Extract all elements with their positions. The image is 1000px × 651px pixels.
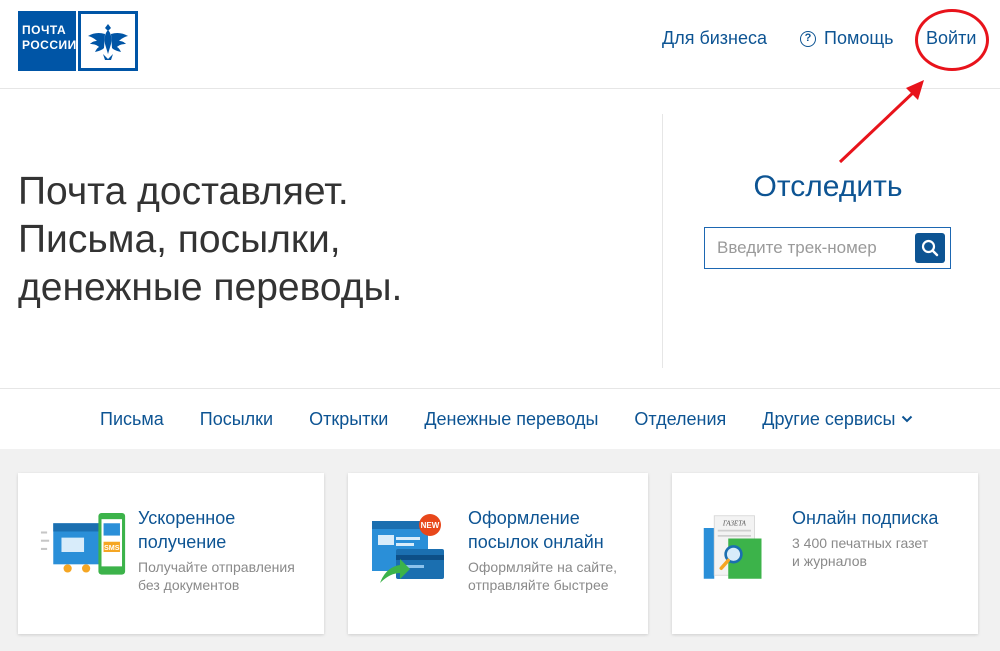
card-subtitle-line-2: без документов	[138, 577, 240, 593]
svg-text:SMS: SMS	[104, 544, 120, 552]
nav-item-money-transfers[interactable]: Денежные переводы	[424, 409, 598, 430]
card-title: Онлайн подписка	[792, 506, 938, 530]
annotation-highlight-circle	[915, 9, 989, 71]
svg-text:ГАЗЕТА: ГАЗЕТА	[722, 519, 747, 527]
logo-line-1: ПОЧТА	[22, 23, 67, 37]
newspaper-subscription-icon: ГАЗЕТА	[703, 515, 762, 579]
tracking-title: Отследить	[753, 170, 903, 203]
tracking-search-button[interactable]	[915, 233, 945, 263]
card-fast-delivery[interactable]: SMS Ускоренное получение Получайте отпра…	[18, 473, 324, 634]
parcel-online-icon: NEW	[372, 514, 444, 583]
hero-line-1: Почта доставляет.	[18, 170, 349, 213]
nav-business-link[interactable]: Для бизнеса	[662, 28, 767, 49]
card-online-subscription[interactable]: ГАЗЕТА Онлайн подписка 3 400 печатных га…	[672, 473, 978, 634]
card-subtitle-line-2: отправляйте быстрее	[468, 577, 609, 593]
card-subtitle: 3 400 печатных газет и журналов	[792, 534, 928, 570]
card-parcels-online[interactable]: NEW Оформление посылок онлайн Оформляйте…	[348, 473, 648, 634]
search-icon	[921, 239, 939, 257]
card-title: Ускоренное получение	[138, 506, 235, 554]
nav-item-other-services-label: Другие сервисы	[762, 408, 896, 429]
card-title-line-2: получение	[138, 532, 227, 552]
annotation-arrow-icon	[838, 80, 924, 164]
logo-line-2: РОССИИ	[22, 38, 77, 52]
card-subtitle-line-1: Получайте отправления	[138, 559, 295, 575]
logo[interactable]: ПОЧТА РОССИИ	[18, 11, 138, 71]
main-navbar: Письма Посылки Открытки Денежные перевод…	[0, 388, 1000, 450]
hero-line-2: Письма, посылки,	[18, 218, 341, 261]
chevron-down-icon	[902, 415, 913, 423]
card-title-line-1: Ускоренное	[138, 508, 236, 528]
emblem-eagle-icon	[78, 11, 138, 71]
hero-headline: Почта доставляет. Письма, посылки, денеж…	[18, 168, 638, 312]
nav-item-offices[interactable]: Отделения	[634, 409, 726, 430]
nav-item-other-services[interactable]: Другие сервисы	[762, 409, 913, 430]
nav-help-link[interactable]: ? Помощь	[800, 28, 894, 49]
nav-help-label: Помощь	[824, 28, 894, 48]
tracking-search-box	[704, 227, 951, 269]
card-subtitle-line-1: Оформляйте на сайте,	[468, 559, 618, 575]
nav-item-parcels[interactable]: Посылки	[200, 409, 273, 430]
nav-item-postcards[interactable]: Открытки	[309, 409, 388, 430]
nav-item-letters[interactable]: Письма	[100, 409, 164, 430]
card-title-line-1: Онлайн подписка	[792, 508, 939, 528]
svg-text:NEW: NEW	[421, 521, 440, 530]
card-title: Оформление посылок онлайн	[468, 506, 604, 554]
tracking-number-input[interactable]	[705, 228, 913, 268]
card-subtitle: Оформляйте на сайте, отправляйте быстрее	[468, 558, 617, 594]
delivery-phone-icon: SMS	[40, 513, 126, 575]
card-title-line-2: посылок онлайн	[468, 532, 604, 552]
logo-wordmark: ПОЧТА РОССИИ	[18, 11, 76, 71]
card-title-line-1: Оформление	[468, 508, 580, 528]
card-subtitle-line-1: 3 400 печатных газет	[792, 535, 929, 551]
help-circle-icon: ?	[800, 30, 816, 47]
hero-line-3: денежные переводы.	[18, 266, 403, 309]
hero-divider	[662, 114, 663, 368]
card-subtitle: Получайте отправления без документов	[138, 558, 295, 594]
card-subtitle-line-2: и журналов	[792, 553, 867, 569]
